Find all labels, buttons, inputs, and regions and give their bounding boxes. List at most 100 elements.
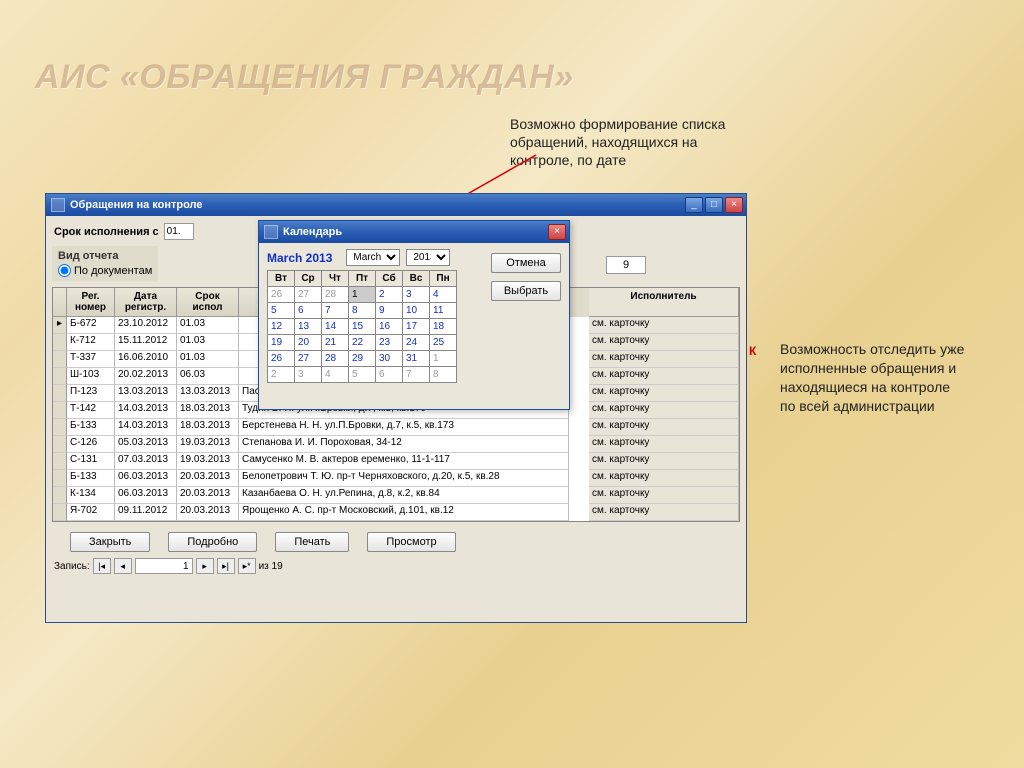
maximize-button[interactable]: □ xyxy=(705,197,723,213)
cal-day[interactable]: 26 xyxy=(268,351,295,367)
cal-day[interactable]: 1 xyxy=(349,287,376,303)
cal-day[interactable]: 20 xyxy=(295,335,322,351)
cal-day[interactable]: 12 xyxy=(268,319,295,335)
cell-isp[interactable]: см. карточку xyxy=(589,402,739,419)
cal-day[interactable]: 8 xyxy=(430,367,457,383)
row-selector[interactable] xyxy=(53,436,67,453)
cal-day[interactable]: 28 xyxy=(322,287,349,303)
print-button[interactable]: Печать xyxy=(275,532,349,552)
nav-new-button[interactable]: ▸* xyxy=(238,558,256,574)
cell-isp[interactable]: см. карточку xyxy=(589,368,739,385)
cal-day[interactable]: 11 xyxy=(430,303,457,319)
cal-day[interactable]: 4 xyxy=(430,287,457,303)
cal-day[interactable]: 25 xyxy=(430,335,457,351)
cell-isp[interactable]: см. карточку xyxy=(589,385,739,402)
row-selector[interactable] xyxy=(53,351,67,368)
cell-isp[interactable]: см. карточку xyxy=(589,453,739,470)
cal-day[interactable]: 10 xyxy=(403,303,430,319)
row-selector[interactable] xyxy=(53,368,67,385)
cal-day[interactable]: 5 xyxy=(349,367,376,383)
count-field[interactable] xyxy=(606,256,646,274)
cal-day[interactable]: 9 xyxy=(376,303,403,319)
table-row[interactable]: Я-70209.11.201220.03.2013Ярощенко А. С. … xyxy=(53,504,739,521)
cal-day[interactable]: 3 xyxy=(295,367,322,383)
cell-isp[interactable]: см. карточку xyxy=(589,351,739,368)
cal-day[interactable]: 18 xyxy=(430,319,457,335)
close-form-button[interactable]: Закрыть xyxy=(70,532,150,552)
calendar-titlebar[interactable]: Календарь × xyxy=(259,221,569,243)
table-row[interactable]: С-12605.03.201319.03.2013Степанова И. И.… xyxy=(53,436,739,453)
report-radio-docs[interactable] xyxy=(58,264,71,277)
cal-day[interactable]: 7 xyxy=(403,367,430,383)
cal-day[interactable]: 19 xyxy=(268,335,295,351)
date-from-input[interactable] xyxy=(164,223,194,240)
row-selector[interactable] xyxy=(53,385,67,402)
nav-last-button[interactable]: ▸| xyxy=(217,558,235,574)
cal-day[interactable]: 29 xyxy=(349,351,376,367)
cell-srok: 19.03.2013 xyxy=(177,436,239,453)
nav-first-button[interactable]: |◂ xyxy=(93,558,111,574)
cal-day[interactable]: 22 xyxy=(349,335,376,351)
cal-day[interactable]: 16 xyxy=(376,319,403,335)
cal-day[interactable]: 15 xyxy=(349,319,376,335)
cal-day[interactable]: 27 xyxy=(295,287,322,303)
cell-isp[interactable]: см. карточку xyxy=(589,436,739,453)
minimize-button[interactable]: _ xyxy=(685,197,703,213)
row-selector[interactable]: ▸ xyxy=(53,317,67,334)
cell-isp[interactable]: см. карточку xyxy=(589,487,739,504)
main-titlebar[interactable]: Обращения на контроле _ □ × xyxy=(46,194,746,216)
cal-day[interactable]: 14 xyxy=(322,319,349,335)
row-selector[interactable] xyxy=(53,453,67,470)
col-date-header[interactable]: Дата регистр. xyxy=(115,288,177,317)
cal-day[interactable]: 31 xyxy=(403,351,430,367)
col-srok-header[interactable]: Срок испол xyxy=(177,288,239,317)
calendar-select-button[interactable]: Выбрать xyxy=(491,281,561,301)
nav-next-button[interactable]: ▸ xyxy=(196,558,214,574)
col-isp-header[interactable]: Исполнитель xyxy=(589,288,739,317)
close-button[interactable]: × xyxy=(725,197,743,213)
nav-prev-button[interactable]: ◂ xyxy=(114,558,132,574)
cal-day[interactable]: 1 xyxy=(430,351,457,367)
cal-day[interactable]: 3 xyxy=(403,287,430,303)
table-row[interactable]: Б-13306.03.201320.03.2013Белопетрович Т.… xyxy=(53,470,739,487)
year-select[interactable]: 2013 xyxy=(406,249,450,266)
table-row[interactable]: Б-13314.03.201318.03.2013Берстенева Н. Н… xyxy=(53,419,739,436)
cal-day[interactable]: 23 xyxy=(376,335,403,351)
cal-day[interactable]: 26 xyxy=(268,287,295,303)
cal-day[interactable]: 5 xyxy=(268,303,295,319)
view-button[interactable]: Просмотр xyxy=(367,532,455,552)
table-row[interactable]: С-13107.03.201319.03.2013Самусенко М. В.… xyxy=(53,453,739,470)
row-selector[interactable] xyxy=(53,470,67,487)
row-selector[interactable] xyxy=(53,334,67,351)
cal-day[interactable]: 13 xyxy=(295,319,322,335)
cal-day[interactable]: 24 xyxy=(403,335,430,351)
cal-day[interactable]: 2 xyxy=(268,367,295,383)
calendar-close-button[interactable]: × xyxy=(548,224,566,240)
cell-isp[interactable]: см. карточку xyxy=(589,419,739,436)
cal-day[interactable]: 7 xyxy=(322,303,349,319)
row-selector[interactable] xyxy=(53,504,67,521)
cell-isp[interactable]: см. карточку xyxy=(589,317,739,334)
cell-isp[interactable]: см. карточку xyxy=(589,504,739,521)
cell-isp[interactable]: см. карточку xyxy=(589,470,739,487)
cal-day[interactable]: 28 xyxy=(322,351,349,367)
calendar-cancel-button[interactable]: Отмена xyxy=(491,253,561,273)
cal-day[interactable]: 8 xyxy=(349,303,376,319)
row-selector[interactable] xyxy=(53,402,67,419)
cal-day[interactable]: 17 xyxy=(403,319,430,335)
cal-day[interactable]: 2 xyxy=(376,287,403,303)
cal-day[interactable]: 6 xyxy=(295,303,322,319)
cal-day[interactable]: 4 xyxy=(322,367,349,383)
table-row[interactable]: К-13406.03.201320.03.2013Казанбаева О. Н… xyxy=(53,487,739,504)
col-reg-header[interactable]: Рег. номер xyxy=(67,288,115,317)
detail-button[interactable]: Подробно xyxy=(168,532,257,552)
row-selector[interactable] xyxy=(53,419,67,436)
cal-day[interactable]: 30 xyxy=(376,351,403,367)
cal-day[interactable]: 6 xyxy=(376,367,403,383)
cal-day[interactable]: 21 xyxy=(322,335,349,351)
cell-isp[interactable]: см. карточку xyxy=(589,334,739,351)
row-selector[interactable] xyxy=(53,487,67,504)
record-position[interactable] xyxy=(135,558,193,574)
cal-day[interactable]: 27 xyxy=(295,351,322,367)
month-select[interactable]: March xyxy=(346,249,400,266)
